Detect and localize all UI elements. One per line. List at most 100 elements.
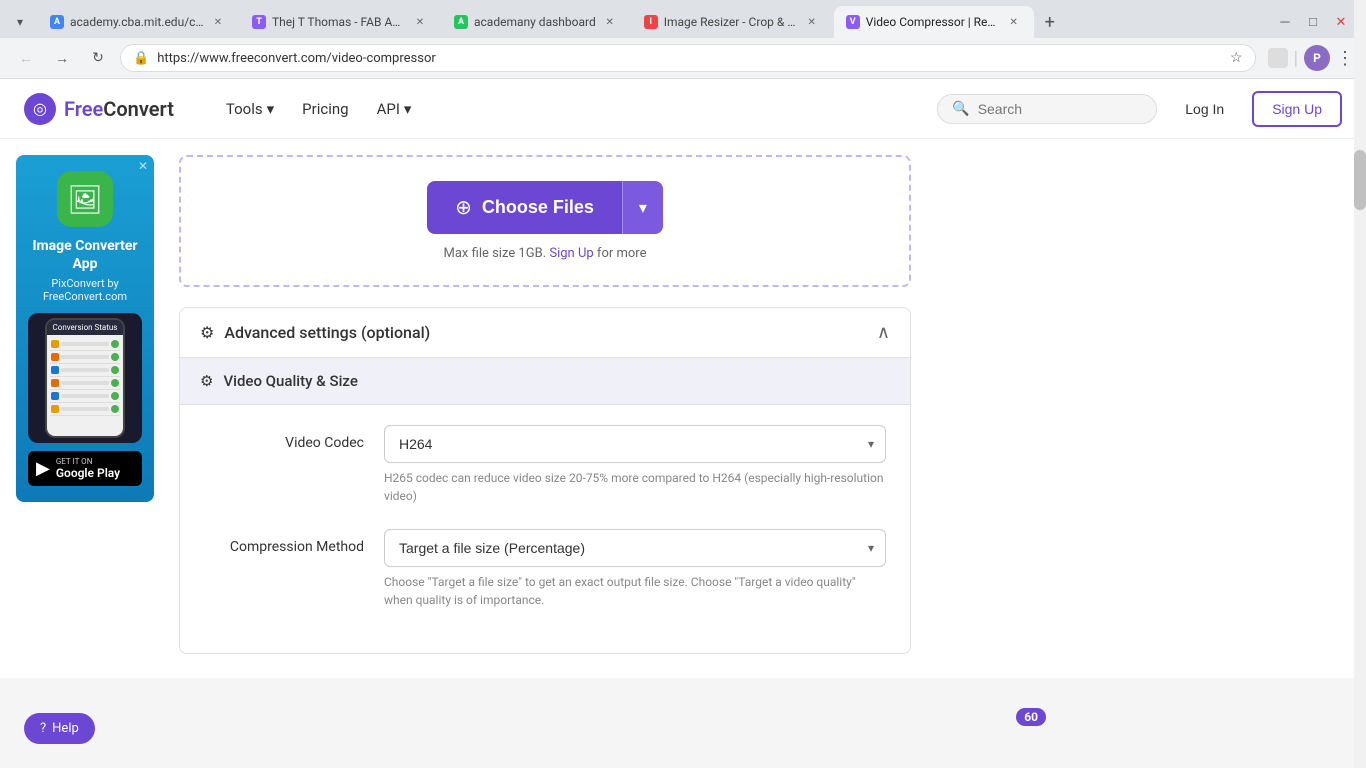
- tab-favicon-4: I: [644, 15, 658, 29]
- logo-icon: ◎: [24, 93, 56, 125]
- phone-header: Conversion Status: [47, 320, 123, 335]
- choose-files-dropdown-button[interactable]: ▾: [622, 181, 663, 234]
- tab-close-5[interactable]: ✕: [1006, 14, 1022, 30]
- nav-links: Tools ▾ Pricing API ▾: [214, 92, 424, 126]
- settings-header-left: ⚙ Advanced settings (optional): [200, 323, 430, 342]
- signup-link[interactable]: Sign Up: [549, 246, 593, 261]
- compression-method-control: Target a file size (Percentage) Target a…: [384, 529, 886, 609]
- close-button[interactable]: ✕: [1328, 9, 1354, 35]
- video-codec-select-wrapper: H264 H265 VP9 AV1 ▾: [384, 425, 886, 463]
- menu-button[interactable]: ⋮: [1336, 48, 1354, 69]
- upload-section: ⊕ Choose Files ▾ Max file size 1GB. Sign…: [179, 155, 911, 287]
- tab-close-2[interactable]: ✕: [412, 14, 428, 30]
- video-codec-label: Video Codec: [204, 425, 364, 451]
- bookmark-icon[interactable]: ☆: [1230, 50, 1243, 66]
- upload-icon: ⊕: [455, 195, 472, 220]
- url-bar[interactable]: 🔒 https://www.freeconvert.com/video-comp…: [120, 44, 1256, 72]
- site-nav: ◎ FreeConvert Tools ▾ Pricing API ▾ 🔍 Lo…: [0, 79, 1366, 139]
- google-play-icon: ▶: [36, 458, 50, 479]
- scrollbar-track: [1354, 0, 1366, 768]
- right-panel: [935, 139, 1135, 678]
- browser-tab-2[interactable]: T Thej T Thomas - FAB Acade... ✕: [240, 6, 440, 38]
- address-bar: ← → ↻ 🔒 https://www.freeconvert.com/vide…: [0, 38, 1366, 78]
- forward-button[interactable]: →: [48, 44, 76, 72]
- browser-tab-5[interactable]: V Video Compressor | Reduce... ✕: [834, 6, 1034, 38]
- tab-favicon-2: T: [252, 15, 266, 29]
- browser-tab-4[interactable]: I Image Resizer - Crop & Res... ✕: [632, 6, 832, 38]
- video-codec-help: H265 codec can reduce video size 20-75% …: [384, 469, 886, 505]
- google-play-button[interactable]: ▶ GET IT ON Google Play: [28, 451, 142, 486]
- compression-method-select[interactable]: Target a file size (Percentage) Target a…: [384, 529, 886, 567]
- tab-close-4[interactable]: ✕: [804, 14, 820, 30]
- browser-tab-3[interactable]: A academany dashboard ✕: [442, 6, 630, 38]
- help-button[interactable]: ? Help: [24, 713, 95, 744]
- search-input[interactable]: [978, 101, 1159, 117]
- settings-section: ⚙ Advanced settings (optional) ∧ ⚙ Video…: [179, 307, 911, 654]
- ad-title: Image Converter App: [28, 237, 142, 273]
- tab-title-4: Image Resizer - Crop & Res...: [664, 15, 798, 29]
- settings-collapse-icon: ∧: [877, 322, 890, 343]
- ad-box: ✕ 🖼 Image Converter App PixConvert by Fr…: [16, 155, 154, 502]
- upload-note: Max file size 1GB. Sign Up for more: [444, 246, 647, 261]
- compression-method-row: Compression Method Target a file size (P…: [204, 529, 886, 609]
- ad-app-icon: 🖼: [57, 171, 113, 227]
- separator: |: [1294, 48, 1298, 69]
- badge-60: 60: [1016, 708, 1046, 726]
- scrollbar-thumb[interactable]: [1354, 150, 1366, 210]
- video-quality-section: ⚙ Video Quality & Size: [180, 358, 910, 405]
- logo-text: FreeConvert: [64, 97, 174, 121]
- settings-gear-icon: ⚙: [200, 323, 214, 342]
- profile-icon[interactable]: P: [1304, 45, 1330, 71]
- vq-gear-icon: ⚙: [200, 372, 213, 390]
- page: ◎ FreeConvert Tools ▾ Pricing API ▾ 🔍 Lo…: [0, 79, 1366, 678]
- browser-chrome: ▾ A academy.cba.mit.edu/classe... ✕ T Th…: [0, 0, 1366, 79]
- compression-method-select-wrapper: Target a file size (Percentage) Target a…: [384, 529, 886, 567]
- nav-api[interactable]: API ▾: [365, 92, 424, 126]
- signup-button[interactable]: Sign Up: [1252, 91, 1342, 127]
- settings-header[interactable]: ⚙ Advanced settings (optional) ∧: [180, 308, 910, 358]
- nav-pricing[interactable]: Pricing: [290, 92, 360, 126]
- choose-files-button[interactable]: ⊕ Choose Files: [427, 181, 622, 234]
- login-button[interactable]: Log In: [1169, 93, 1240, 125]
- nav-tools[interactable]: Tools ▾: [214, 92, 286, 126]
- compression-method-label: Compression Method: [204, 529, 364, 555]
- ad-close-button[interactable]: ✕: [138, 159, 148, 173]
- tools-chevron-icon: ▾: [267, 100, 275, 118]
- choose-files-group: ⊕ Choose Files ▾: [427, 181, 663, 234]
- search-icon: 🔍: [952, 101, 969, 117]
- settings-title: Advanced settings (optional): [224, 323, 430, 342]
- main-content: ✕ 🖼 Image Converter App PixConvert by Fr…: [0, 139, 1366, 678]
- help-icon: ?: [40, 721, 46, 736]
- reload-button[interactable]: ↻: [84, 44, 112, 72]
- maximize-button[interactable]: □: [1300, 9, 1326, 35]
- minimize-button[interactable]: ─: [1272, 9, 1298, 35]
- tab-title-2: Thej T Thomas - FAB Acade...: [272, 15, 406, 29]
- compression-method-help: Choose "Target a file size" to get an ex…: [384, 573, 886, 609]
- tab-list-btn[interactable]: ▾: [8, 10, 32, 34]
- browser-tab-1[interactable]: A academy.cba.mit.edu/classe... ✕: [38, 6, 238, 38]
- video-codec-select[interactable]: H264 H265 VP9 AV1: [384, 425, 886, 463]
- search-bar[interactable]: 🔍: [937, 94, 1157, 124]
- tab-favicon-5: V: [846, 15, 860, 29]
- ad-subtitle: PixConvert by FreeConvert.com: [28, 277, 142, 303]
- tab-back-forward: ▾: [8, 10, 32, 34]
- extension-icon[interactable]: [1268, 48, 1288, 68]
- extensions-area: | P ⋮: [1268, 45, 1354, 71]
- ad-phone-mockup: Conversion Status: [28, 313, 142, 443]
- tab-close-1[interactable]: ✕: [210, 14, 226, 30]
- api-chevron-icon: ▾: [404, 100, 412, 118]
- tab-title-5: Video Compressor | Reduce...: [866, 15, 1000, 29]
- vq-title: Video Quality & Size: [223, 372, 357, 390]
- tab-favicon-1: A: [50, 15, 64, 29]
- tab-title-3: academany dashboard: [474, 15, 596, 29]
- sidebar-ad: ✕ 🖼 Image Converter App PixConvert by Fr…: [0, 139, 155, 678]
- video-codec-row: Video Codec H264 H265 VP9 AV1 ▾: [204, 425, 886, 505]
- dropdown-arrow-icon: ▾: [639, 200, 647, 217]
- new-tab-button[interactable]: +: [1036, 8, 1064, 36]
- video-codec-control: H264 H265 VP9 AV1 ▾ H265 codec can reduc…: [384, 425, 886, 505]
- back-button[interactable]: ←: [12, 44, 40, 72]
- tab-close-3[interactable]: ✕: [602, 14, 618, 30]
- content-area: ⊕ Choose Files ▾ Max file size 1GB. Sign…: [155, 139, 935, 678]
- logo[interactable]: ◎ FreeConvert: [24, 93, 174, 125]
- url-text: https://www.freeconvert.com/video-compre…: [157, 51, 1222, 66]
